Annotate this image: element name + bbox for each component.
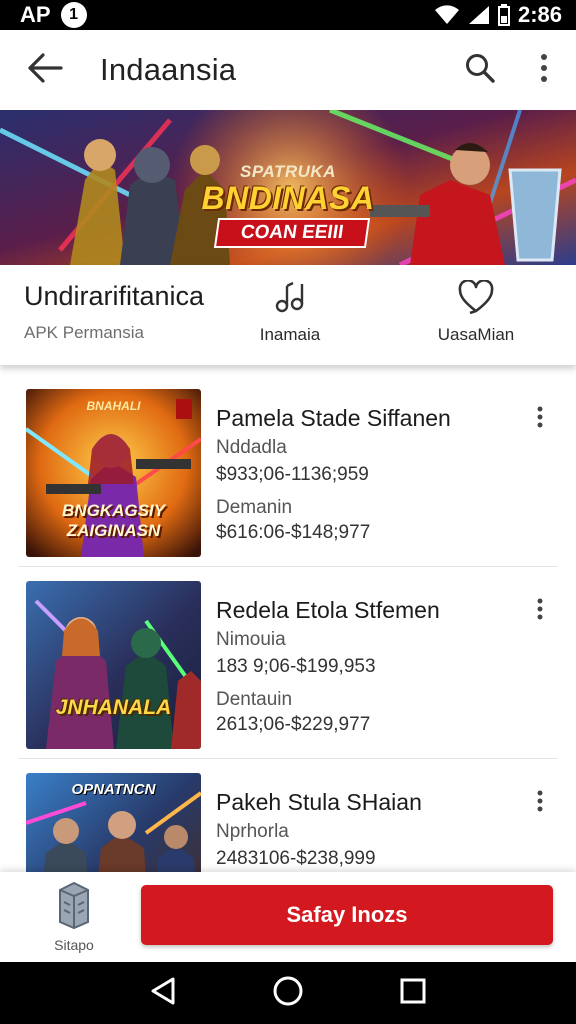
app-subtitle: APK Permansia	[24, 323, 144, 342]
primary-cta-button[interactable]: Safay Inozs	[141, 885, 553, 945]
promo-banner[interactable]: SPATRUKA BNDINASA COAN EEIII	[0, 110, 576, 265]
item-price: $933;06-1136;959	[216, 464, 369, 485]
status-time: 2:86	[517, 2, 562, 27]
status-bar-left: AP 1	[20, 2, 87, 28]
nav-recents-button[interactable]	[383, 963, 443, 1023]
item-price: 2613;06-$229,977	[216, 714, 371, 735]
status-bar-right: 2:86	[434, 2, 562, 28]
status-carrier-text: AP	[20, 2, 51, 27]
banner-subtitle: COAN EEIII	[213, 218, 371, 248]
overflow-menu-button[interactable]	[512, 30, 576, 110]
thumb-top-text: BNAHALI	[86, 399, 141, 413]
item-price: $616:06-$148;977	[216, 522, 371, 543]
search-button[interactable]	[448, 30, 512, 110]
more-vert-icon	[536, 406, 544, 433]
back-arrow-icon	[26, 52, 64, 89]
music-note-icon	[250, 279, 330, 315]
search-icon	[464, 52, 496, 89]
notification-badge: 1	[60, 2, 87, 28]
item-more-button[interactable]	[522, 595, 558, 627]
item-title: Pakeh Stula SHaian	[216, 789, 422, 815]
item-title: Pamela Stade Siffanen	[216, 405, 451, 431]
nav-recents-icon	[399, 977, 427, 1010]
shop-button[interactable]: Sitapo	[34, 880, 114, 953]
app-info-row: Undirarifitanica APK Permansia Inamaia U…	[0, 265, 576, 365]
item-label: Nddadla	[216, 437, 287, 458]
nav-home-button[interactable]	[258, 963, 318, 1023]
banner-title: BNDINASA	[201, 180, 375, 216]
item-label: Demanin	[216, 497, 293, 518]
item-thumbnail: BNAHALI BNGKAGSIY ZAIGINASN	[26, 389, 201, 557]
thumb-text: JNHANALA	[55, 696, 172, 719]
list-item[interactable]: BNAHALI BNGKAGSIY ZAIGINASN Pamela Stade…	[18, 375, 558, 567]
item-label: Dentauin	[216, 689, 293, 710]
item-price: 183 9;06-$199,953	[216, 656, 376, 677]
back-button[interactable]	[0, 30, 90, 110]
shop-icon	[54, 881, 94, 934]
app-name: Undirarifitanica	[24, 281, 205, 311]
favorite-label: UasaMian	[437, 325, 515, 344]
shop-label: Sitapo	[54, 937, 94, 953]
item-title: Redela Etola Stfemen	[216, 597, 440, 623]
music-label: Inamaia	[259, 325, 321, 344]
nav-home-icon	[272, 975, 304, 1012]
system-nav-bar	[0, 962, 576, 1024]
more-vert-icon	[536, 790, 544, 817]
banner-top-text: SPATRUKA	[240, 162, 336, 181]
bottom-action-bar: Sitapo Safay Inozs	[0, 872, 576, 962]
heart-icon	[420, 279, 532, 315]
favorite-action[interactable]: UasaMian	[420, 279, 532, 345]
more-vert-icon	[536, 598, 544, 625]
nav-back-button[interactable]	[133, 963, 193, 1023]
item-label: Nprhorla	[216, 821, 289, 842]
music-action[interactable]: Inamaia	[250, 279, 330, 345]
page-title: Indaansia	[100, 52, 237, 87]
item-more-button[interactable]	[522, 403, 558, 435]
cell-signal-icon	[468, 5, 490, 25]
item-thumbnail: JNHANALA	[26, 581, 201, 749]
nav-back-icon	[149, 976, 177, 1011]
app-bar: Indaansia	[0, 30, 576, 110]
more-vert-icon	[539, 53, 549, 88]
item-label: Nimouia	[216, 629, 286, 650]
thumb-text: OPNATNCN	[71, 781, 156, 798]
status-bar: AP 1 2:86	[0, 0, 576, 30]
item-more-button[interactable]	[522, 787, 558, 819]
thumb-text: BNGKAGSIY	[62, 501, 165, 520]
product-list: BNAHALI BNGKAGSIY ZAIGINASN Pamela Stade…	[0, 375, 576, 951]
battery-icon	[497, 4, 510, 26]
list-item[interactable]: JNHANALA Redela Etola Stfemen Nimouia 18…	[18, 567, 558, 759]
thumb-text: ZAIGINASN	[66, 521, 161, 540]
wifi-icon	[434, 5, 460, 25]
item-price: 2483106-$238,999	[216, 848, 376, 869]
